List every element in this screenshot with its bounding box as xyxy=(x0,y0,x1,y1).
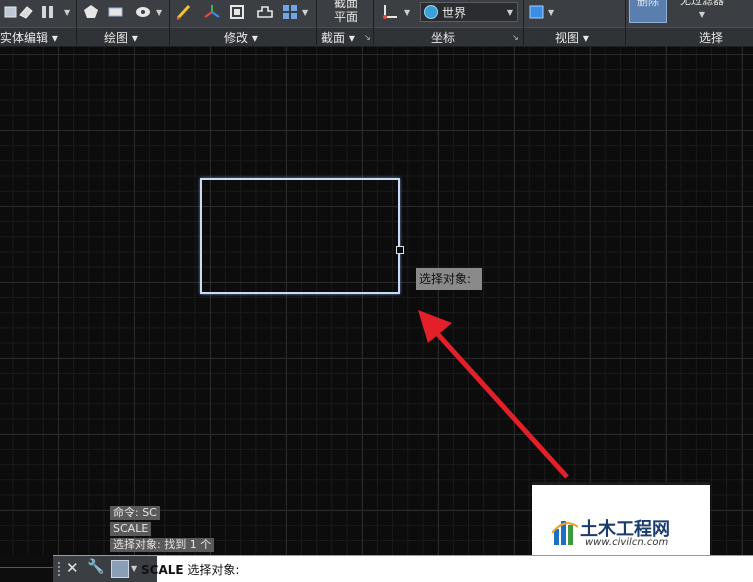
panel-divider xyxy=(625,27,626,45)
panel-label-coordinates[interactable]: 坐标 xyxy=(431,29,455,46)
globe-icon xyxy=(424,5,438,19)
chevron-down-icon: ▼ xyxy=(698,10,706,19)
rectangle-tool-icon[interactable] xyxy=(107,3,125,21)
panel-label-solid-editing[interactable]: 实体编辑 ▾ xyxy=(0,29,58,46)
ribbon-panel-labels: 实体编辑 ▾ 绘图 ▾ 修改 ▾ 截面 ▾ ↘ 坐标 ↘ 视图 ▾ 选择 xyxy=(0,27,753,46)
command-prompt: 选择对象: xyxy=(187,563,240,577)
separate-icon[interactable] xyxy=(39,3,57,21)
drag-handle[interactable] xyxy=(57,561,61,577)
history-line: 选择对象: 找到 1 个 xyxy=(110,538,215,552)
polygon-icon[interactable] xyxy=(82,3,100,21)
annotation-arrow xyxy=(418,310,569,479)
delete-label: 删除 xyxy=(637,0,659,8)
panel-divider xyxy=(169,27,170,45)
filter-label: 无过滤器 xyxy=(680,0,724,7)
chevron-down-icon[interactable]: ▼ xyxy=(302,8,308,17)
chevron-down-icon[interactable]: ▼ xyxy=(131,564,137,573)
selection-filter-dropdown[interactable]: 无过滤器 ▼ xyxy=(672,0,732,22)
red-axis-line xyxy=(0,567,53,568)
wrench-icon[interactable]: 🔧 xyxy=(87,559,104,575)
command-line[interactable]: ✕ 🔧 ▼ SCALE 选择对象: xyxy=(53,555,753,582)
align-icon[interactable] xyxy=(228,3,246,21)
section-plane-label-2: 平面 xyxy=(333,10,358,24)
panel-label-selection[interactable]: 选择 xyxy=(699,29,723,46)
history-line: SCALE xyxy=(110,522,152,536)
drawing-canvas[interactable]: 选择对象: 命令: SC SCALE 选择对象: 找到 1 个 xyxy=(0,47,753,555)
panel-divider xyxy=(76,27,77,45)
fillet-pen-icon[interactable] xyxy=(175,3,193,21)
watermark-logo-icon xyxy=(552,521,578,545)
chevron-down-icon: ▼ xyxy=(506,7,513,17)
panel-divider xyxy=(316,27,317,45)
eraser-icon[interactable] xyxy=(17,3,35,21)
panel-label-draw[interactable]: 绘图 ▾ xyxy=(104,29,138,46)
ribbon: ▼ ▼ ▼ 截面 平面 ▼ 世界 ▼ ▼ 删除 无过滤器 ▼ 实体编辑 ▾ 绘图… xyxy=(0,0,753,47)
close-icon[interactable]: ✕ xyxy=(66,559,79,577)
history-line: 命令: SC xyxy=(110,506,160,520)
ellipse-tool-icon[interactable] xyxy=(134,3,152,21)
panel-launcher-icon[interactable]: ↘ xyxy=(512,33,519,42)
ucs-icon[interactable] xyxy=(381,3,399,21)
delete-button[interactable]: 删除 xyxy=(629,0,667,23)
panel-divider xyxy=(373,27,374,45)
command-input[interactable]: SCALE 选择对象: xyxy=(141,561,239,578)
3d-move-icon[interactable] xyxy=(203,3,221,21)
panel-label-modify[interactable]: 修改 ▾ xyxy=(224,29,258,46)
panel-divider xyxy=(523,27,524,45)
chevron-down-icon[interactable]: ▼ xyxy=(548,8,554,17)
panel-launcher-icon[interactable]: ↘ xyxy=(364,33,371,42)
recent-commands-icon[interactable] xyxy=(111,560,129,578)
solid-union-icon[interactable] xyxy=(256,3,274,21)
chevron-down-icon[interactable]: ▼ xyxy=(64,8,70,17)
chevron-down-icon[interactable]: ▼ xyxy=(156,8,162,17)
array-icon[interactable] xyxy=(281,3,299,21)
ribbon-tool-row: ▼ ▼ ▼ 截面 平面 ▼ 世界 ▼ ▼ 删除 无过滤器 ▼ xyxy=(0,0,753,46)
watermark-url: www.civilcn.com xyxy=(585,537,669,548)
command-name: SCALE xyxy=(141,563,184,577)
ucs-world-dropdown[interactable]: 世界 ▼ xyxy=(420,2,518,22)
section-plane-label-1: 截面 xyxy=(333,0,358,10)
view-cube-icon[interactable] xyxy=(528,3,546,21)
chevron-down-icon[interactable]: ▼ xyxy=(404,8,410,17)
ucs-world-value: 世界 xyxy=(442,5,467,20)
section-plane-button[interactable]: 截面 平面 xyxy=(326,0,366,24)
panel-label-view[interactable]: 视图 ▾ xyxy=(555,29,589,46)
panel-label-section[interactable]: 截面 ▾ xyxy=(321,29,355,46)
